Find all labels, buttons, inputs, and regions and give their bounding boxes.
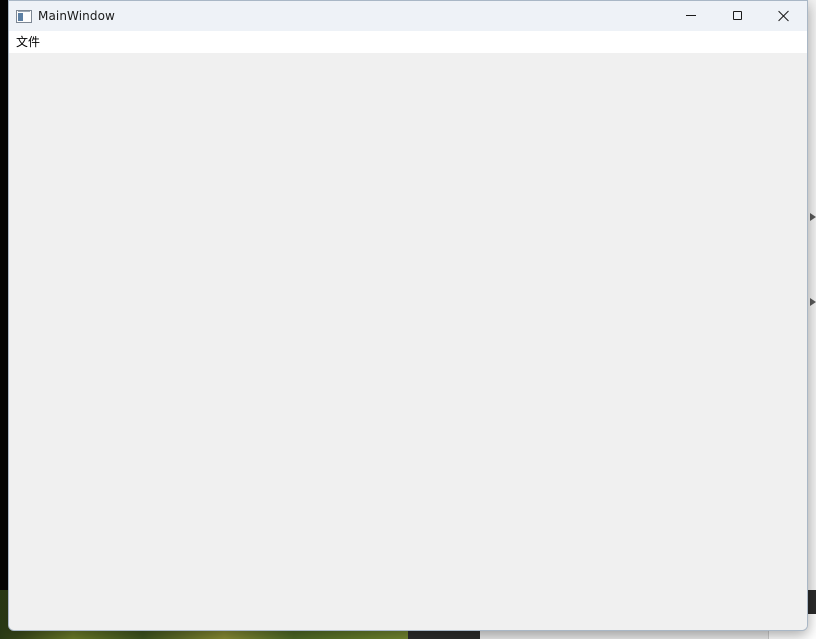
caption-buttons (669, 1, 807, 31)
maximize-button[interactable] (715, 1, 761, 31)
close-icon (778, 10, 790, 22)
window-title: MainWindow (38, 9, 115, 23)
minimize-button[interactable] (669, 1, 715, 31)
background-arrow-icon (810, 298, 816, 306)
maximize-icon (733, 11, 742, 20)
desktop: MainWindow 文件 (0, 0, 816, 639)
main-window[interactable]: MainWindow 文件 (8, 0, 808, 631)
minimize-icon (686, 15, 696, 16)
background-arrow-icon (810, 213, 816, 221)
client-area (9, 53, 807, 630)
title-bar[interactable]: MainWindow (9, 1, 807, 31)
app-window-icon[interactable] (16, 9, 32, 23)
close-button[interactable] (761, 1, 807, 31)
background-right-strip (808, 0, 816, 639)
background-left-strip (0, 0, 8, 639)
menu-file[interactable]: 文件 (9, 31, 47, 53)
menu-bar: 文件 (9, 31, 807, 53)
